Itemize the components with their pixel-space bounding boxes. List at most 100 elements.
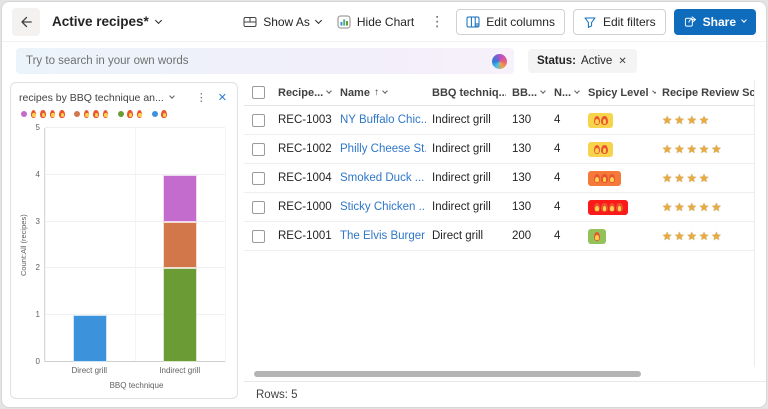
page-title: Active recipes* <box>52 14 149 29</box>
bar-segment-spicy-level-3-fires[interactable] <box>163 222 197 269</box>
column-header-bbq-technique[interactable]: BBQ techniq... <box>426 87 506 99</box>
fire-icon <box>609 174 616 183</box>
fire-icon <box>594 116 601 125</box>
column-header-n[interactable]: N... <box>548 87 582 99</box>
chevron-down-icon <box>155 16 162 23</box>
vertical-scrollbar[interactable] <box>754 80 766 367</box>
legend-item <box>74 110 109 118</box>
column-header-name[interactable]: Name↑ <box>334 87 426 99</box>
legend-dot <box>21 111 27 117</box>
search-input[interactable] <box>26 55 492 67</box>
fire-icon <box>601 145 608 154</box>
app-window: Active recipes* Show As Hide Chart ⋮ Edi… <box>1 1 767 408</box>
bbq-technique-cell: Indirect grill <box>426 172 506 184</box>
row-checkbox[interactable] <box>252 143 265 156</box>
y-axis-label: Count:All (recipes) <box>19 128 30 362</box>
n-value-cell: 4 <box>548 201 582 213</box>
chip-value: Active <box>581 55 612 67</box>
bar-segment-spicy-level-1-fire[interactable] <box>73 315 107 362</box>
chevron-down-icon <box>382 88 388 94</box>
more-commands-kebab-icon[interactable]: ⋮ <box>426 13 448 30</box>
recipe-name-cell: Smoked Duck ... <box>334 172 426 184</box>
star-icon: ★★★★★ <box>662 231 724 243</box>
recipe-name-cell: Philly Cheese St... <box>334 143 426 155</box>
table-row[interactable]: REC-1004Smoked Duck ...Indirect grill130… <box>244 164 766 193</box>
chevron-down-icon <box>315 16 322 23</box>
close-chart-icon[interactable]: ✕ <box>216 91 229 104</box>
show-as-button[interactable]: Show As <box>239 11 325 33</box>
fire-icon <box>601 116 608 125</box>
recipe-name-cell: Sticky Chicken ... <box>334 201 426 213</box>
edit-filters-button[interactable]: Edit filters <box>573 9 666 35</box>
column-header-recipe-id[interactable]: Recipe... <box>272 87 334 99</box>
hide-chart-button[interactable]: Hide Chart <box>333 11 418 33</box>
search-row: Status: Active ✕ <box>2 42 766 80</box>
share-button[interactable]: Share <box>674 9 756 35</box>
bbq-technique-cell: Indirect grill <box>426 201 506 213</box>
row-checkbox[interactable] <box>252 230 265 243</box>
recipe-name-link[interactable]: Philly Cheese St... <box>340 143 426 155</box>
x-axis: Direct grillIndirect grill <box>44 362 225 375</box>
bbq-technique-cell: Direct grill <box>426 230 506 242</box>
remove-filter-icon[interactable]: ✕ <box>617 56 627 67</box>
chevron-down-icon <box>741 17 747 23</box>
column-header-spicy-level[interactable]: Spicy Level <box>582 87 656 99</box>
chart-more-kebab-icon[interactable]: ⋮ <box>193 91 210 104</box>
fire-icon <box>50 110 56 118</box>
legend-dot <box>118 111 124 117</box>
legend-dot <box>74 111 80 117</box>
review-score-cell: ★★★★ <box>656 113 766 127</box>
select-all-checkbox[interactable] <box>252 86 265 99</box>
fire-icon <box>40 110 46 118</box>
review-score-cell: ★★★★★ <box>656 200 766 214</box>
ai-search-box[interactable] <box>16 48 514 74</box>
bbq-technique-cell: Indirect grill <box>426 114 506 126</box>
recipe-id-cell: REC-1004 <box>272 172 334 184</box>
recipe-name-link[interactable]: Sticky Chicken ... <box>340 201 426 213</box>
view-selector[interactable]: Active recipes* <box>52 14 161 29</box>
column-header-bb[interactable]: BB... <box>506 87 548 99</box>
recipe-name-link[interactable]: Smoked Duck ... <box>340 172 424 184</box>
back-button[interactable] <box>12 8 40 36</box>
table-row[interactable]: REC-1001The Elvis BurgerDirect grill2004… <box>244 222 766 251</box>
recipe-id-cell: REC-1003 <box>272 114 334 126</box>
bar-segment-spicy-level-2-fires[interactable] <box>163 268 197 362</box>
x-axis-label: BBQ technique <box>44 381 229 390</box>
table-row[interactable]: REC-1003 NY Buffalo Chic...Indirect grill… <box>244 106 766 135</box>
status-filter-chip: Status: Active ✕ <box>528 49 637 73</box>
row-count: Rows: 5 <box>256 389 298 401</box>
hide-chart-icon <box>337 15 351 29</box>
table-row[interactable]: REC-1000Sticky Chicken ...Indirect grill… <box>244 193 766 222</box>
row-checkbox-cell <box>244 143 272 156</box>
star-icon: ★★★★ <box>662 173 711 185</box>
edit-columns-icon <box>466 15 480 29</box>
edit-columns-button[interactable]: Edit columns <box>456 9 565 35</box>
fire-icon <box>31 110 37 118</box>
horizontal-scrollbar-thumb[interactable] <box>254 371 641 377</box>
recipe-name-link[interactable]: The Elvis Burger <box>340 230 425 242</box>
column-header-review-score[interactable]: Recipe Review Sc... <box>656 87 767 99</box>
copilot-icon[interactable] <box>492 54 507 69</box>
fire-icon <box>601 174 608 183</box>
chevron-down-icon <box>169 93 175 99</box>
fire-icon <box>137 110 143 118</box>
row-checkbox[interactable] <box>252 172 265 185</box>
chevron-down-icon <box>574 88 580 94</box>
chevron-down-icon <box>652 88 656 94</box>
bar-segment-spicy-level-4-fires[interactable] <box>163 175 197 222</box>
y-tick-label: 0 <box>36 358 40 366</box>
command-bar: Active recipes* Show As Hide Chart ⋮ Edi… <box>2 2 766 42</box>
spicy-level-badge <box>588 113 613 128</box>
table-row[interactable]: REC-1002Philly Cheese St...Indirect gril… <box>244 135 766 164</box>
fire-icon <box>161 110 167 118</box>
spicy-level-cell <box>582 171 656 186</box>
recipe-name-link[interactable]: NY Buffalo Chic... <box>340 114 426 126</box>
row-checkbox-cell <box>244 172 272 185</box>
row-checkbox[interactable] <box>252 114 265 127</box>
show-as-icon <box>243 15 257 29</box>
recipe-name-cell: NY Buffalo Chic... <box>334 114 426 126</box>
chart-selector[interactable]: recipes by BBQ technique an... <box>19 92 174 104</box>
recipe-name-cell: The Elvis Burger <box>334 230 426 242</box>
n-value-cell: 4 <box>548 172 582 184</box>
row-checkbox[interactable] <box>252 201 265 214</box>
